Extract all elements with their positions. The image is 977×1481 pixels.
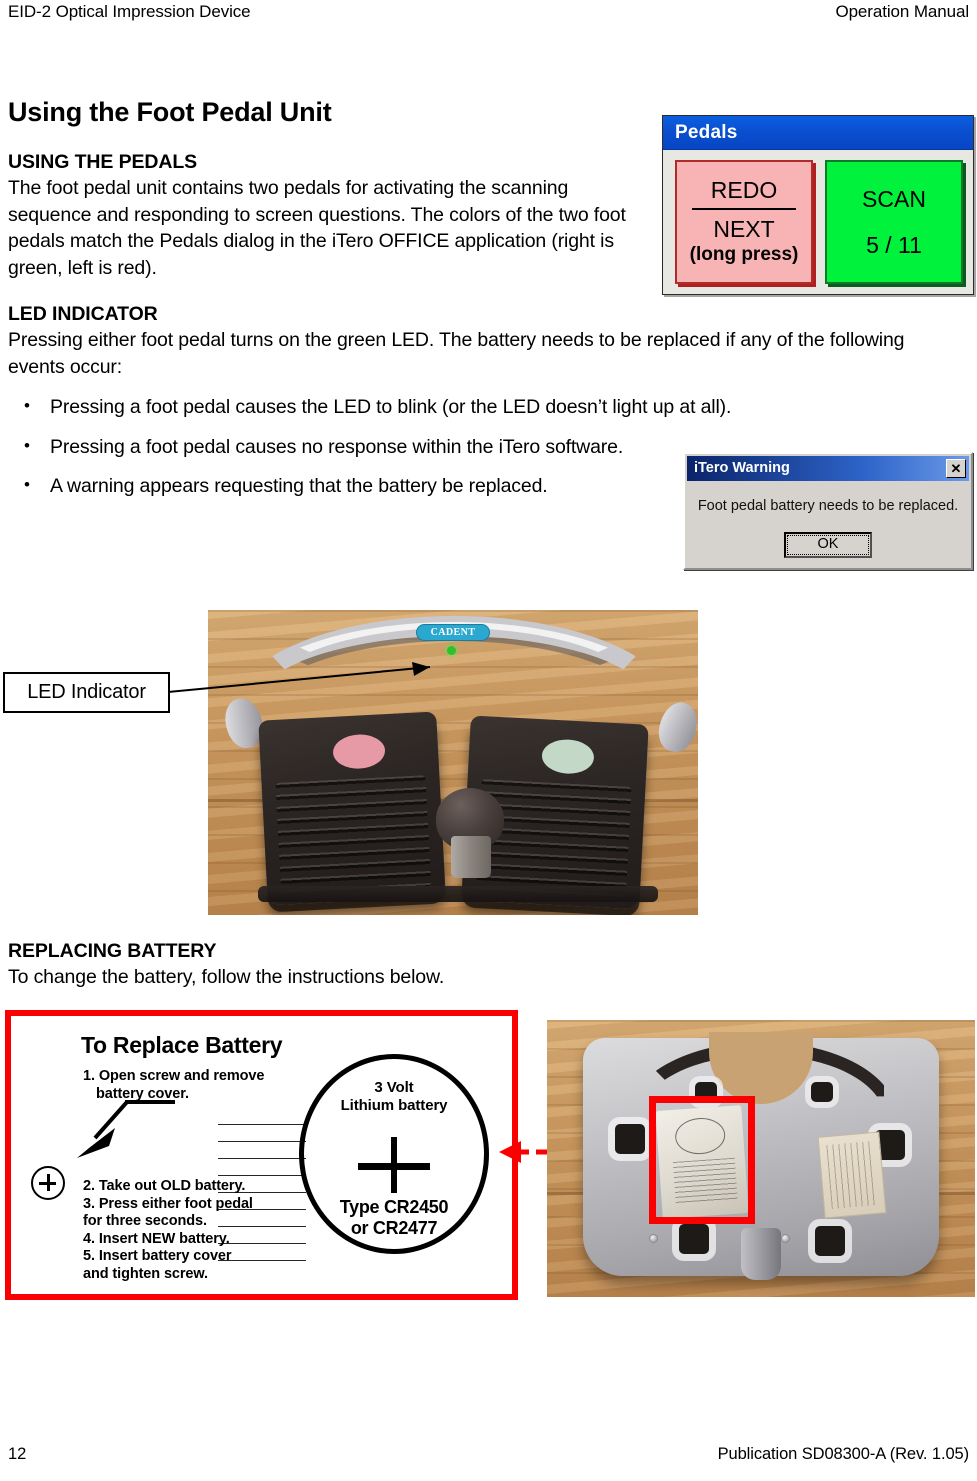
heading-led-indicator: LED INDICATOR	[8, 303, 158, 325]
rubber-foot	[811, 1082, 833, 1102]
redo-divider	[691, 207, 797, 210]
step-text: Insert battery cover	[98, 1248, 232, 1264]
battery-spec-text: 3 Volt Lithium battery	[304, 1079, 484, 1115]
right-pedal-grooves	[476, 779, 632, 898]
step-number: 5.	[83, 1248, 95, 1264]
step-number: 3.	[83, 1195, 95, 1212]
list-item: Pressing a foot pedal causes no response…	[8, 433, 628, 461]
warning-dialog-titlebar: iTero Warning ✕	[687, 456, 969, 481]
callout-leader-line	[168, 662, 431, 693]
battery-side-lines	[217, 1124, 306, 1274]
battery-cover-arrow	[77, 1100, 175, 1158]
warning-dialog-title: iTero Warning	[694, 460, 790, 476]
battery-instruction-panel: To Replace Battery 1. Open screw and rem…	[5, 1010, 518, 1300]
product-serial-label	[817, 1131, 887, 1219]
redo-label: REDO	[710, 176, 778, 203]
scan-counter: 5 / 11	[866, 232, 922, 258]
foot-pedal-top-photo: CADENT	[208, 610, 698, 915]
redo-next-pedal-button[interactable]: REDO NEXT (long press)	[675, 160, 813, 284]
step-text: Open screw and remove	[98, 1068, 265, 1084]
screw	[649, 1234, 658, 1243]
header-left-text: EID-2 Optical Impression Device	[8, 2, 251, 21]
pedal-unit-underside	[583, 1032, 939, 1280]
long-press-hint: (long press)	[689, 243, 799, 265]
battery-compartment-highlight	[649, 1096, 755, 1224]
battery-type-alternate: or CR2477	[350, 1218, 438, 1238]
left-foot-pedal	[258, 711, 446, 906]
left-pedal-color-marker	[332, 732, 386, 770]
pedals-dialog: Pedals REDO NEXT (long press) SCAN 5 / 1…	[662, 115, 974, 295]
plus-symbol-icon	[358, 1137, 430, 1193]
battery-voltage: 3 Volt	[374, 1079, 414, 1096]
header-right-text: Operation Manual	[835, 2, 969, 21]
step-number: 2.	[83, 1178, 95, 1194]
list-item: Pressing a foot pedal causes the LED to …	[8, 393, 938, 421]
right-pedal-color-marker	[541, 737, 595, 775]
list-item: A warning appears requesting that the ba…	[8, 472, 708, 500]
led-indicator-lamp	[447, 646, 456, 655]
led-indicator-callout: LED Indicator	[3, 672, 170, 713]
step-number: 4.	[83, 1230, 95, 1247]
warning-button-row: OK	[685, 532, 971, 558]
scan-pedal-button[interactable]: SCAN 5 / 11	[825, 160, 963, 284]
screw	[781, 1234, 790, 1243]
battery-plus-terminal-icon	[31, 1166, 65, 1200]
rubber-foot	[679, 1224, 709, 1254]
cadent-logo: CADENT	[416, 624, 490, 641]
battery-type-primary: Type CR2450	[339, 1197, 449, 1217]
left-pedal-grooves	[275, 775, 431, 894]
warning-message: Foot pedal battery needs to be replaced.	[697, 498, 959, 514]
step-number: 1.	[83, 1068, 95, 1084]
replacing-battery-block: REPLACING BATTERY To change the battery,…	[8, 938, 708, 991]
publication-reference: Publication SD08300-A (Rev. 1.05)	[717, 1444, 969, 1463]
battery-type-text: Type CR2450 or CR2477	[304, 1197, 484, 1239]
center-knob-stem	[451, 836, 491, 878]
led-indicator-callout-label: LED Indicator	[27, 681, 146, 703]
heading-replacing-battery: REPLACING BATTERY	[8, 940, 217, 962]
underside-center-stem	[741, 1228, 781, 1280]
page-header: EID-2 Optical Impression Device Operatio…	[0, 0, 977, 30]
rubber-foot	[615, 1124, 645, 1154]
paragraph-using-the-pedals: The foot pedal unit contains two pedals …	[8, 177, 626, 279]
page-number: 12	[8, 1444, 27, 1463]
battery-chemistry: Lithium battery	[340, 1097, 448, 1114]
rubber-foot	[815, 1226, 845, 1256]
ok-button[interactable]: OK	[784, 532, 872, 558]
pedals-dialog-titlebar: Pedals	[663, 116, 973, 150]
battery-diagram-circle: 3 Volt Lithium battery Type CR2450 or CR…	[299, 1054, 489, 1254]
battery-panel-title: To Replace Battery	[81, 1032, 283, 1058]
paragraph-replacing-battery: To change the battery, follow the instru…	[8, 966, 445, 988]
scan-label: SCAN	[862, 186, 926, 212]
pedal-base-shadow	[258, 886, 658, 902]
close-icon[interactable]: ✕	[946, 459, 966, 478]
paragraph-led-indicator: Pressing either foot pedal turns on the …	[8, 329, 905, 378]
next-label: NEXT	[713, 215, 775, 242]
itero-warning-dialog: iTero Warning ✕ Foot pedal battery needs…	[683, 452, 973, 570]
list-item: 1. Open screw and remove	[83, 1068, 293, 1086]
page-footer: 12 Publication SD08300-A (Rev. 1.05)	[0, 1441, 977, 1467]
pedals-dialog-body: REDO NEXT (long press) SCAN 5 / 11	[663, 150, 973, 294]
foot-pedal-underside-photo	[547, 1020, 975, 1297]
step-text: Insert NEW battery.	[98, 1230, 230, 1247]
